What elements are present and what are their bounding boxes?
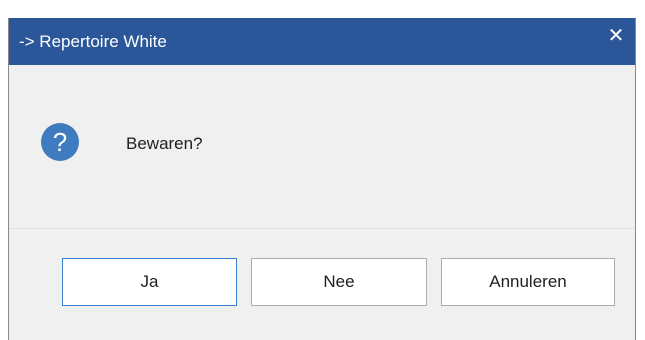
svg-text:?: ? <box>53 127 67 157</box>
title-bar[interactable]: -> Repertoire White ✕ <box>9 18 635 65</box>
save-dialog: -> Repertoire White ✕ ? Bewaren? Ja Nee … <box>8 18 636 340</box>
message-text: Bewaren? <box>126 134 203 153</box>
no-button[interactable]: Nee <box>251 258 427 306</box>
close-icon[interactable]: ✕ <box>604 24 628 48</box>
question-icon: ? <box>41 123 79 161</box>
window-title: -> Repertoire White <box>19 32 167 51</box>
cancel-button[interactable]: Annuleren <box>441 258 615 306</box>
button-bar: Ja Nee Annuleren <box>9 229 635 340</box>
yes-button[interactable]: Ja <box>62 258 237 306</box>
message-area: ? Bewaren? <box>9 65 635 228</box>
